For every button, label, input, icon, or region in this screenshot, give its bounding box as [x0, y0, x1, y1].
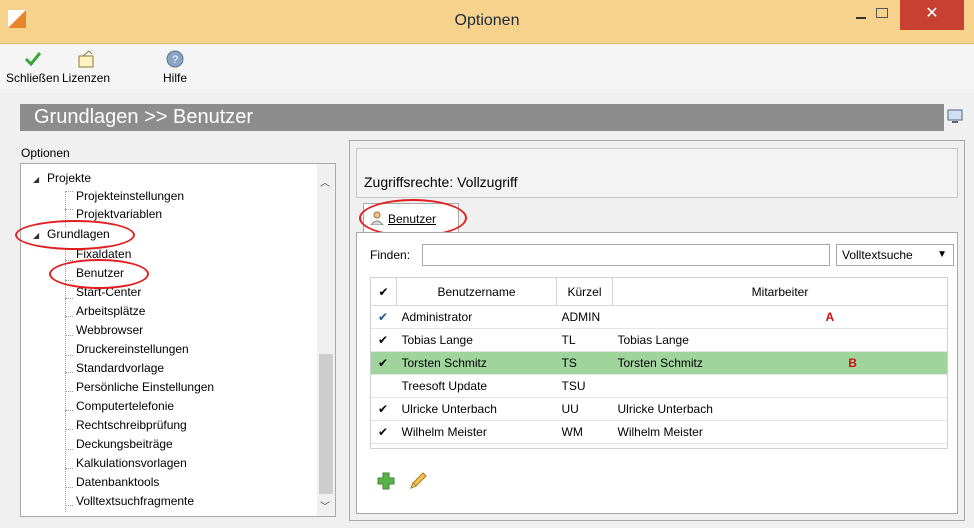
search-mode-select[interactable]: Volltextsuche ▼	[836, 244, 954, 266]
add-user-button[interactable]	[377, 472, 395, 490]
tree-item-rechtschreibpruefung[interactable]: Rechtschreibprüfung	[76, 416, 187, 434]
find-label: Finden:	[370, 248, 411, 262]
cell-employee: A	[612, 305, 948, 329]
cell-shortcode: TL	[556, 328, 613, 352]
annotation-marker-b: B	[848, 356, 857, 370]
tree-item-deckungsbeitraege[interactable]: Deckungsbeiträge	[76, 435, 173, 453]
tree-item-volltextsuchfragmente[interactable]: Volltextsuchfragmente	[76, 492, 194, 510]
tab-content: Finden: Volltextsuche ▼ ✔ Benutzername K…	[356, 232, 958, 514]
close-icon: ✕	[925, 5, 939, 22]
annotation-ellipse-benutzer	[49, 259, 149, 289]
cell-shortcode: WM	[556, 420, 613, 444]
checkmark-icon	[24, 52, 41, 67]
page-title: Grundlagen >> Benutzer	[20, 104, 944, 131]
cell-username: Tobias Lange	[396, 328, 557, 352]
tree-item-datenbanktools[interactable]: Datenbanktools	[76, 473, 159, 491]
column-header-employee[interactable]: Mitarbeiter	[612, 277, 948, 306]
help-button[interactable]: ? Hilfe	[163, 50, 187, 85]
window-title: Optionen	[454, 12, 520, 29]
toolbar: Schließen Lizenzen ? Hilfe	[0, 45, 974, 89]
user-settings-panel: Zugriffsrechte: Vollzugriff Benutzer Fin…	[349, 140, 965, 521]
tree-item-persoenliche-einstellungen[interactable]: Persönliche Einstellungen	[76, 378, 214, 396]
tree-item-computertelefonie[interactable]: Computertelefonie	[76, 397, 174, 415]
check-column-header[interactable]: ✔	[370, 277, 397, 306]
cell-shortcode: TS	[556, 351, 613, 375]
column-header-username[interactable]: Benutzername	[396, 277, 557, 306]
cell-username: Ulricke Unterbach	[396, 397, 557, 421]
minimize-icon[interactable]	[852, 6, 870, 24]
tree-item-kalkulationsvorlagen[interactable]: Kalkulationsvorlagen	[76, 454, 187, 472]
scrollbar-thumb[interactable]	[319, 354, 333, 494]
cell-employee: Wilhelm Meister	[612, 420, 948, 444]
title-bar: Optionen ✕	[0, 0, 974, 44]
column-header-shortcode[interactable]: Kürzel	[556, 277, 613, 306]
search-mode-value: Volltextsuche	[842, 248, 913, 262]
cell-username: Torsten Schmitz	[396, 351, 557, 375]
options-label: Optionen	[21, 146, 70, 160]
close-button[interactable]: Schließen	[6, 50, 59, 85]
collapse-icon[interactable]: ◢	[33, 175, 39, 184]
tree-scrollbar[interactable]: ︿ ﹀	[317, 164, 335, 516]
active-check-icon: ✔	[370, 351, 397, 375]
active-check-icon: ✔	[370, 328, 397, 352]
active-check-icon	[370, 374, 397, 398]
cell-shortcode: ADMIN	[556, 305, 613, 329]
tree-item-projekteinstellungen[interactable]: Projekteinstellungen	[76, 187, 184, 205]
tree-item-standardvorlage[interactable]: Standardvorlage	[76, 359, 164, 377]
table-row[interactable]: ✔ Ulricke Unterbach UU Ulricke Unterbach	[370, 397, 948, 421]
scroll-down-icon[interactable]: ﹀	[320, 498, 330, 513]
monitor-icon[interactable]	[947, 109, 963, 125]
table-row[interactable]: ✔ Administrator ADMIN A	[370, 305, 948, 329]
help-icon: ?	[166, 50, 184, 68]
find-input[interactable]	[422, 244, 830, 266]
tree-item-druckereinstellungen[interactable]: Druckereinstellungen	[76, 340, 189, 358]
chevron-down-icon: ▼	[937, 249, 947, 260]
tree-item-projekte[interactable]: Projekte	[47, 169, 91, 187]
table-row[interactable]: Treesoft Update TSU	[370, 374, 948, 398]
table-row[interactable]: ✔ Wilhelm Meister WM Wilhelm Meister	[370, 420, 948, 444]
cell-employee: Torsten Schmitz B	[612, 351, 948, 375]
access-rights-box: Zugriffsrechte: Vollzugriff	[356, 148, 958, 198]
active-check-icon: ✔	[370, 397, 397, 421]
active-check-icon: ✔	[370, 305, 397, 329]
svg-text:?: ?	[172, 54, 178, 66]
cell-username: Administrator	[396, 305, 557, 329]
licenses-button[interactable]: Lizenzen	[62, 50, 110, 85]
license-icon	[78, 50, 94, 68]
table-row-selected[interactable]: ✔ Torsten Schmitz TS Torsten Schmitz B	[370, 351, 948, 375]
maximize-icon[interactable]	[873, 5, 891, 23]
edit-user-button[interactable]	[408, 471, 428, 491]
close-window-button[interactable]: ✕	[900, 0, 964, 30]
access-rights-text: Zugriffsrechte: Vollzugriff	[364, 174, 518, 190]
annotation-marker-a: A	[825, 310, 835, 324]
help-button-label: Hilfe	[163, 71, 188, 85]
licenses-button-label: Lizenzen	[62, 71, 111, 85]
tree-item-webbrowser[interactable]: Webbrowser	[76, 321, 143, 339]
table-header-row: ✔ Benutzername Kürzel Mitarbeiter	[370, 277, 948, 306]
scroll-up-icon[interactable]: ︿	[320, 174, 330, 189]
cell-shortcode: TSU	[556, 374, 613, 398]
cell-employee: Tobias Lange	[612, 328, 948, 352]
options-tree[interactable]: ◢ Projekte Projekteinstellungen Projektv…	[15, 163, 336, 517]
active-check-icon: ✔	[370, 420, 397, 444]
table-row[interactable]: ✔ Tobias Lange TL Tobias Lange	[370, 328, 948, 352]
cell-username: Wilhelm Meister	[396, 420, 557, 444]
cell-username: Treesoft Update	[396, 374, 557, 398]
cell-shortcode: UU	[556, 397, 613, 421]
user-table: ✔ Benutzername Kürzel Mitarbeiter ✔ Admi…	[370, 277, 948, 444]
close-button-label: Schließen	[6, 71, 60, 85]
tree-item-arbeitsplaetze[interactable]: Arbeitsplätze	[76, 302, 145, 320]
cell-employee: Ulricke Unterbach	[612, 397, 948, 421]
cell-employee	[612, 374, 948, 398]
annotation-ellipse-grundlagen	[15, 220, 135, 250]
